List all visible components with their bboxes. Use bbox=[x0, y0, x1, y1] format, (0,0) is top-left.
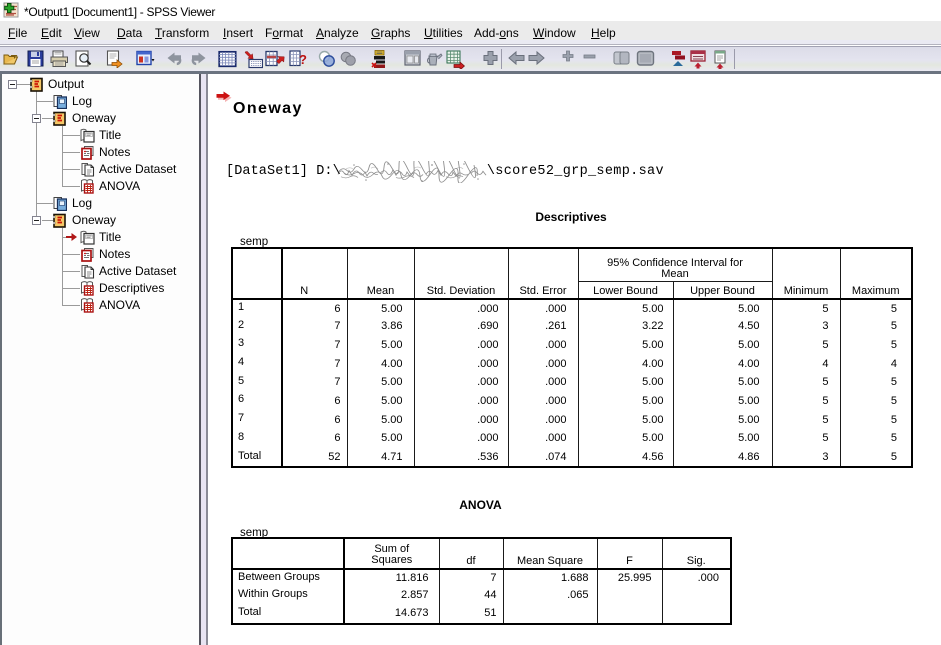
svg-text:?: ? bbox=[299, 52, 307, 67]
